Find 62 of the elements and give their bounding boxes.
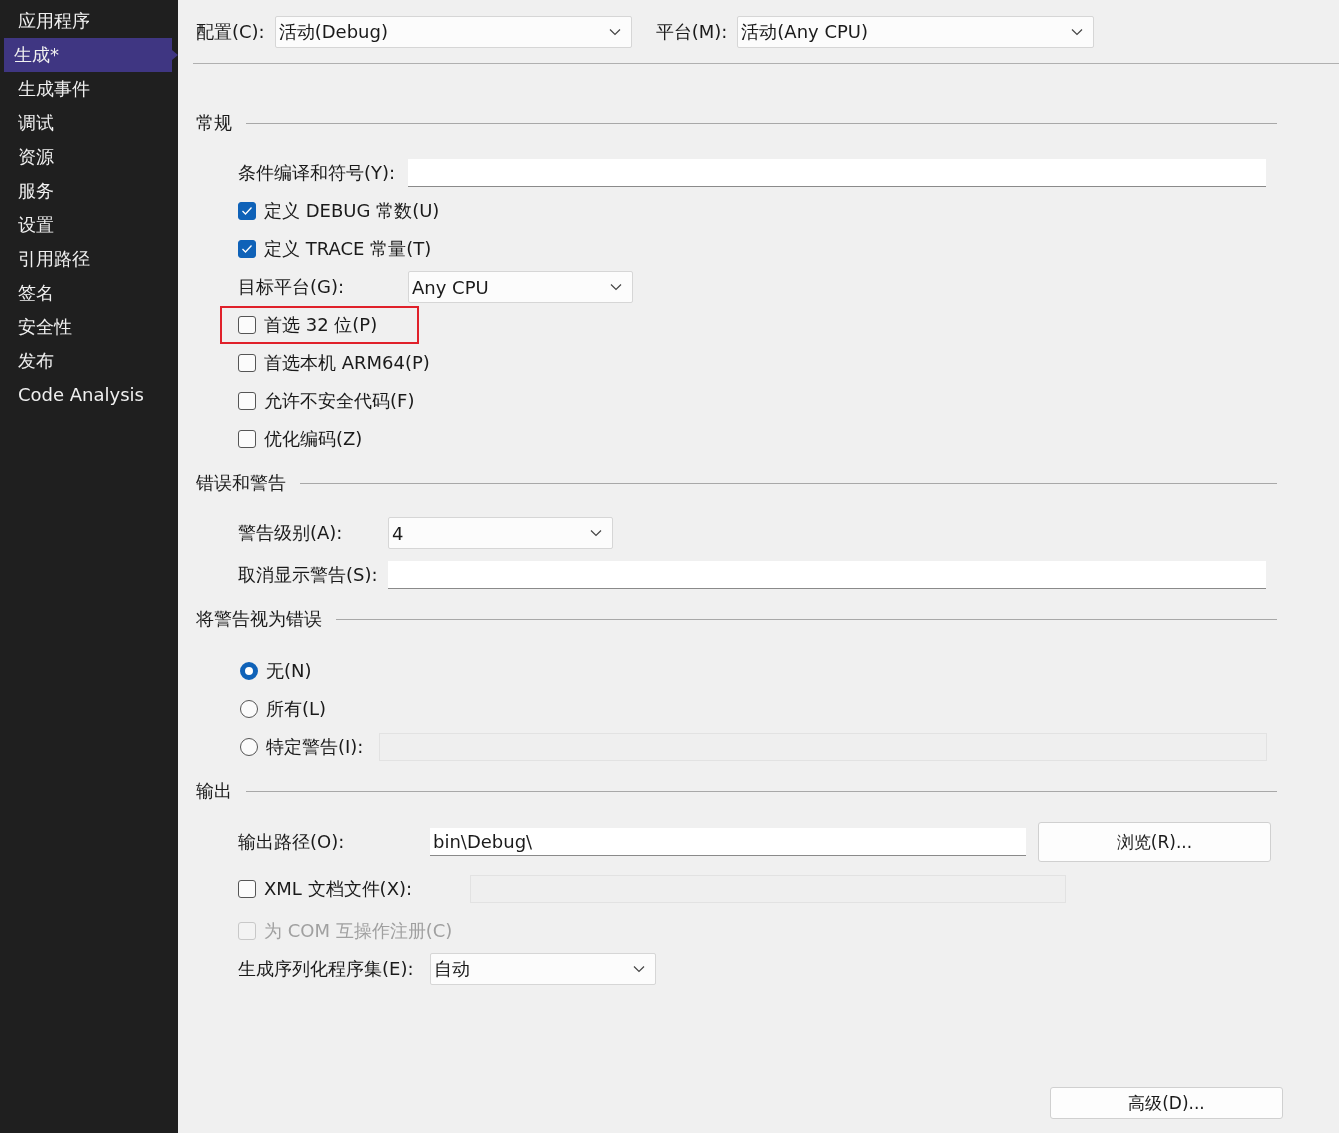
chevron-down-icon xyxy=(633,965,645,973)
field-label: 目标平台(G): xyxy=(238,275,346,299)
sidebar-item[interactable]: 设置 xyxy=(4,208,178,242)
checkbox-label: 定义 TRACE 常量(T) xyxy=(264,237,432,261)
checkbox-label: 允许不安全代码(F) xyxy=(264,389,415,413)
chevron-down-icon xyxy=(608,27,621,36)
checkbox-label: 定义 DEBUG 常数(U) xyxy=(264,199,440,223)
field-label: 生成序列化程序集(E): xyxy=(238,957,415,981)
checkbox-label: 首选本机 ARM64(P) xyxy=(264,351,430,375)
checkmark-icon xyxy=(241,244,253,254)
section-title: 将警告视为错误 xyxy=(196,607,322,631)
section-title: 输出 xyxy=(196,779,232,803)
field-label: 输出路径(O): xyxy=(238,830,346,854)
radio-button[interactable] xyxy=(240,700,258,718)
radio-label: 所有(L) xyxy=(266,697,327,721)
checkbox[interactable] xyxy=(238,354,256,372)
sidebar-item[interactable]: 资源 xyxy=(4,140,178,174)
chevron-down-icon xyxy=(590,529,602,537)
radio-button[interactable] xyxy=(240,738,258,756)
sidebar-item[interactable]: 引用路径 xyxy=(4,242,178,276)
section-title: 错误和警告 xyxy=(196,471,286,495)
sidebar-item[interactable]: 生成* xyxy=(4,38,178,72)
checkbox[interactable] xyxy=(238,316,256,334)
checkbox-label: 首选 32 位(P) xyxy=(264,313,378,337)
field-label: 取消显示警告(S): xyxy=(238,563,379,587)
toolbar-label: 平台(M): xyxy=(655,19,728,44)
radio-label: 无(N) xyxy=(266,659,312,683)
checkbox[interactable] xyxy=(238,392,256,410)
checkbox[interactable] xyxy=(238,202,256,220)
dropdown[interactable]: Any CPU xyxy=(408,271,633,303)
sidebar-item[interactable]: 服务 xyxy=(4,174,178,208)
toolbar-dropdown[interactable]: 活动(Debug) xyxy=(274,15,632,48)
chevron-down-icon xyxy=(1071,27,1084,36)
checkbox-label: XML 文档文件(X): xyxy=(264,877,413,901)
field-label: 警告级别(A): xyxy=(238,521,344,545)
sidebar-item[interactable]: 生成事件 xyxy=(4,72,178,106)
checkbox[interactable] xyxy=(238,880,256,898)
advanced-button[interactable]: 高级(D)... xyxy=(1050,1087,1283,1119)
sidebar-item[interactable]: 签名 xyxy=(4,276,178,310)
checkbox-label: 优化编码(Z) xyxy=(264,427,363,451)
sidebar-item[interactable]: 安全性 xyxy=(4,310,178,344)
text-field[interactable] xyxy=(388,561,1266,589)
sidebar-item[interactable]: 调试 xyxy=(4,106,178,140)
sidebar-item[interactable]: Code Analysis xyxy=(4,378,178,412)
dropdown[interactable]: 4 xyxy=(388,517,613,549)
toolbar-label: 配置(C): xyxy=(196,19,265,44)
sidebar-item[interactable]: 应用程序 xyxy=(4,4,178,38)
section-title: 常规 xyxy=(196,111,232,135)
toolbar-dropdown[interactable]: 活动(Any CPU) xyxy=(737,15,1095,48)
checkbox[interactable] xyxy=(238,240,256,258)
checkbox-label: 为 COM 互操作注册(C) xyxy=(264,919,453,943)
field-label: 条件编译和符号(Y): xyxy=(238,161,397,185)
path-field[interactable]: bin\Debug\ xyxy=(430,828,1026,856)
radio-button[interactable] xyxy=(240,662,258,680)
text-field[interactable] xyxy=(408,159,1266,187)
radio-label: 特定警告(I): xyxy=(266,735,364,759)
browse-button[interactable]: 浏览(R)... xyxy=(1038,822,1271,862)
dropdown[interactable]: 自动 xyxy=(430,953,656,985)
checkmark-icon xyxy=(241,206,253,216)
sidebar-item[interactable]: 发布 xyxy=(4,344,178,378)
chevron-down-icon xyxy=(610,283,622,291)
checkbox[interactable] xyxy=(238,430,256,448)
